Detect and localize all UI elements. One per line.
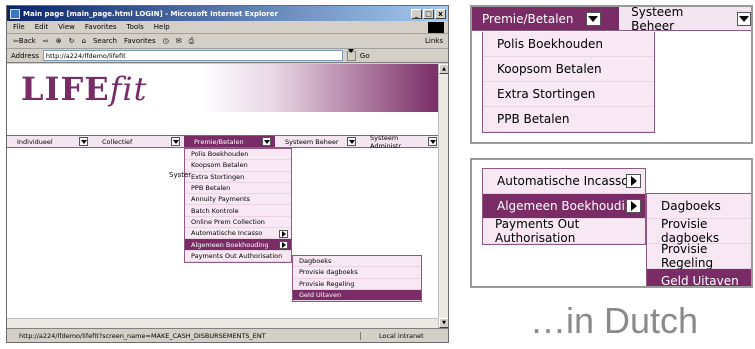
zoom-nav-premie-betalen[interactable]: Premie/Betalen	[472, 7, 620, 30]
mail-icon[interactable]: ✉	[176, 37, 182, 45]
zoom-sub-geld-uitaven[interactable]: Geld Uitaven	[647, 269, 751, 286]
favorites-button[interactable]: Favorites	[124, 37, 156, 45]
chevron-down-icon[interactable]	[79, 137, 88, 146]
search-button[interactable]: Search	[93, 37, 117, 45]
zoom-menu-1: Polis Boekhouden Koopsom Betalen Extra S…	[482, 32, 655, 133]
maximize-button[interactable]: □	[423, 8, 434, 19]
minimize-button[interactable]: _	[411, 8, 422, 19]
chevron-right-icon[interactable]	[626, 174, 641, 188]
nav-systeem-administratie[interactable]: Systeem Administr	[360, 134, 439, 150]
zoom-panel-nav: Premie/Betalen Systeem Beheer Polis Boek…	[470, 5, 753, 144]
submenu-item-dagboeks[interactable]: Dagboeks	[293, 256, 421, 268]
browser-window: Main page [main_page.html LOGIN] - Micro…	[6, 5, 449, 343]
premie-betalen-menu: Polis Boekhouden Koopsom Betalen Extra S…	[184, 148, 292, 263]
menu-item-automatische-incasso[interactable]: Automatische Incasso	[185, 228, 291, 240]
window-title: Main page [main_page.html LOGIN] - Micro…	[23, 9, 278, 18]
nav-individueel[interactable]: Individueel	[7, 136, 92, 147]
chevron-right-icon[interactable]	[279, 240, 288, 249]
status-bar: http://a224/lfdemo/lifefit?screen_name=M…	[7, 328, 448, 342]
zoom-item-payments-out-authorisation[interactable]: Payments Out Authorisation	[483, 217, 645, 245]
toolbar: ⇦Back ⇨ ⊗ ↻ ⌂ Search Favorites ◷ ✉ ⎙ Lin…	[7, 34, 448, 49]
zoom-nav-systeem-beheer[interactable]: Systeem Beheer	[619, 7, 751, 33]
submenu-item-provisie-regeling[interactable]: Provisie Regeling	[293, 279, 421, 290]
page-text: Syster	[169, 171, 192, 179]
menu-item-payments-out-authorisation[interactable]: Payments Out Authorisation	[185, 251, 291, 262]
chevron-down-icon[interactable]	[585, 11, 601, 26]
page-viewport: LIFEfit Individueel Collectief Premie/Be…	[7, 64, 439, 328]
forward-icon[interactable]: ⇨	[43, 37, 49, 45]
zoom-submenu: Dagboeks Provisie dagboeks Provisie Rege…	[646, 193, 751, 286]
menu-file[interactable]: File	[13, 23, 25, 31]
menu-item-extra-stortingen[interactable]: Extra Stortingen	[185, 172, 291, 183]
zoom-sub-provisie-regeling[interactable]: Provisie Regeling	[647, 242, 751, 270]
caption: …in Dutch	[530, 300, 699, 341]
back-button[interactable]: ⇦Back	[13, 37, 36, 45]
submenu-item-geld-uitaven[interactable]: Geld Uitaven	[293, 289, 421, 302]
main-nav: Individueel Collectief Premie/Betalen Sy…	[7, 134, 439, 150]
submenu-item-provisie-dagboeks[interactable]: Provisie dagboeks	[293, 267, 421, 279]
zoom-item-koopsom-betalen[interactable]: Koopsom Betalen	[483, 57, 654, 82]
menu-item-ppb-betalen[interactable]: PPB Betalen	[185, 183, 291, 195]
algemeen-boekhouding-submenu: Dagboeks Provisie dagboeks Provisie Rege…	[292, 255, 422, 303]
chevron-down-icon[interactable]	[428, 137, 437, 146]
nav-collectief[interactable]: Collectief	[92, 136, 184, 147]
chevron-right-icon[interactable]	[626, 199, 641, 213]
address-field[interactable]: http://a224/lfdemo/lifefit	[42, 50, 343, 61]
status-zone: Local intranet	[360, 332, 448, 340]
home-icon[interactable]: ⌂	[81, 37, 85, 45]
ie-logo-icon	[10, 8, 20, 19]
vertical-scrollbar[interactable]: ▲ ▼	[438, 64, 448, 328]
address-label: Address	[11, 51, 39, 60]
horizontal-scrollbar[interactable]	[7, 318, 439, 328]
zoom-nav: Premie/Betalen Systeem Beheer	[472, 7, 751, 33]
zoom-item-polis-boekhouden[interactable]: Polis Boekhouden	[483, 32, 654, 57]
address-bar: Address http://a224/lfdemo/lifefit Go	[7, 48, 448, 63]
chevron-down-icon[interactable]	[262, 137, 271, 146]
zoom-panel-submenu: Automatische Incasso Algemeen Boekhoudin…	[470, 158, 753, 288]
chevron-right-icon[interactable]	[279, 229, 288, 238]
stop-icon[interactable]: ⊗	[56, 37, 62, 45]
menu-item-koopsom-betalen[interactable]: Koopsom Betalen	[185, 160, 291, 172]
nav-premie-betalen[interactable]: Premie/Betalen	[184, 136, 275, 147]
title-bar: Main page [main_page.html LOGIN] - Micro…	[7, 6, 448, 21]
lifefit-banner: LIFEfit	[7, 64, 439, 112]
windows-flag-icon	[428, 22, 444, 33]
address-dropdown[interactable]	[346, 48, 356, 61]
history-icon[interactable]: ◷	[163, 37, 169, 45]
menu-tools[interactable]: Tools	[127, 23, 144, 31]
lifefit-logo: LIFEfit	[21, 70, 148, 108]
menu-item-annuity-payments[interactable]: Annuity Payments	[185, 194, 291, 206]
zoom-sub-provisie-dagboeks[interactable]: Provisie dagboeks	[647, 217, 751, 245]
print-icon[interactable]: ⎙	[189, 37, 195, 46]
zoom-item-automatische-incasso[interactable]: Automatische Incasso	[483, 169, 645, 194]
go-button[interactable]: Go	[360, 52, 370, 60]
close-button[interactable]: x	[435, 8, 446, 19]
menu-item-polis-boekhouden[interactable]: Polis Boekhouden	[185, 149, 291, 161]
menu-item-algemeen-boekhouding[interactable]: Algemeen Boekhouding	[185, 239, 291, 251]
menu-favorites[interactable]: Favorites	[85, 23, 117, 31]
menu-item-online-prem-collection[interactable]: Online Prem Collection	[185, 217, 291, 229]
menu-view[interactable]: View	[58, 23, 75, 31]
zoom-item-extra-stortingen[interactable]: Extra Stortingen	[483, 82, 654, 107]
menu-item-batch-kontrole[interactable]: Batch Kontrole	[185, 205, 291, 217]
refresh-icon[interactable]: ↻	[69, 37, 75, 45]
scroll-up-icon[interactable]: ▲	[439, 64, 448, 74]
scroll-down-icon[interactable]: ▼	[439, 318, 448, 328]
links-button[interactable]: Links	[425, 37, 443, 45]
menu-help[interactable]: Help	[154, 23, 170, 31]
chevron-down-icon[interactable]	[736, 11, 751, 26]
zoom-menu-2: Automatische Incasso Algemeen Boekhoudin…	[482, 168, 646, 245]
zoom-item-algemeen-boekhouding[interactable]: Algemeen Boekhouding	[483, 194, 645, 219]
nav-systeem-beheer[interactable]: Systeem Beheer	[275, 136, 360, 147]
menu-bar: File Edit View Favorites Tools Help	[7, 21, 448, 34]
chevron-down-icon[interactable]	[347, 137, 356, 146]
zoom-sub-dagboeks[interactable]: Dagboeks	[647, 194, 751, 219]
menu-edit[interactable]: Edit	[35, 23, 49, 31]
zoom-item-ppb-betalen[interactable]: PPB Betalen	[483, 107, 654, 132]
chevron-down-icon[interactable]	[171, 137, 180, 146]
status-url: http://a224/lfdemo/lifefit?screen_name=M…	[19, 332, 266, 340]
